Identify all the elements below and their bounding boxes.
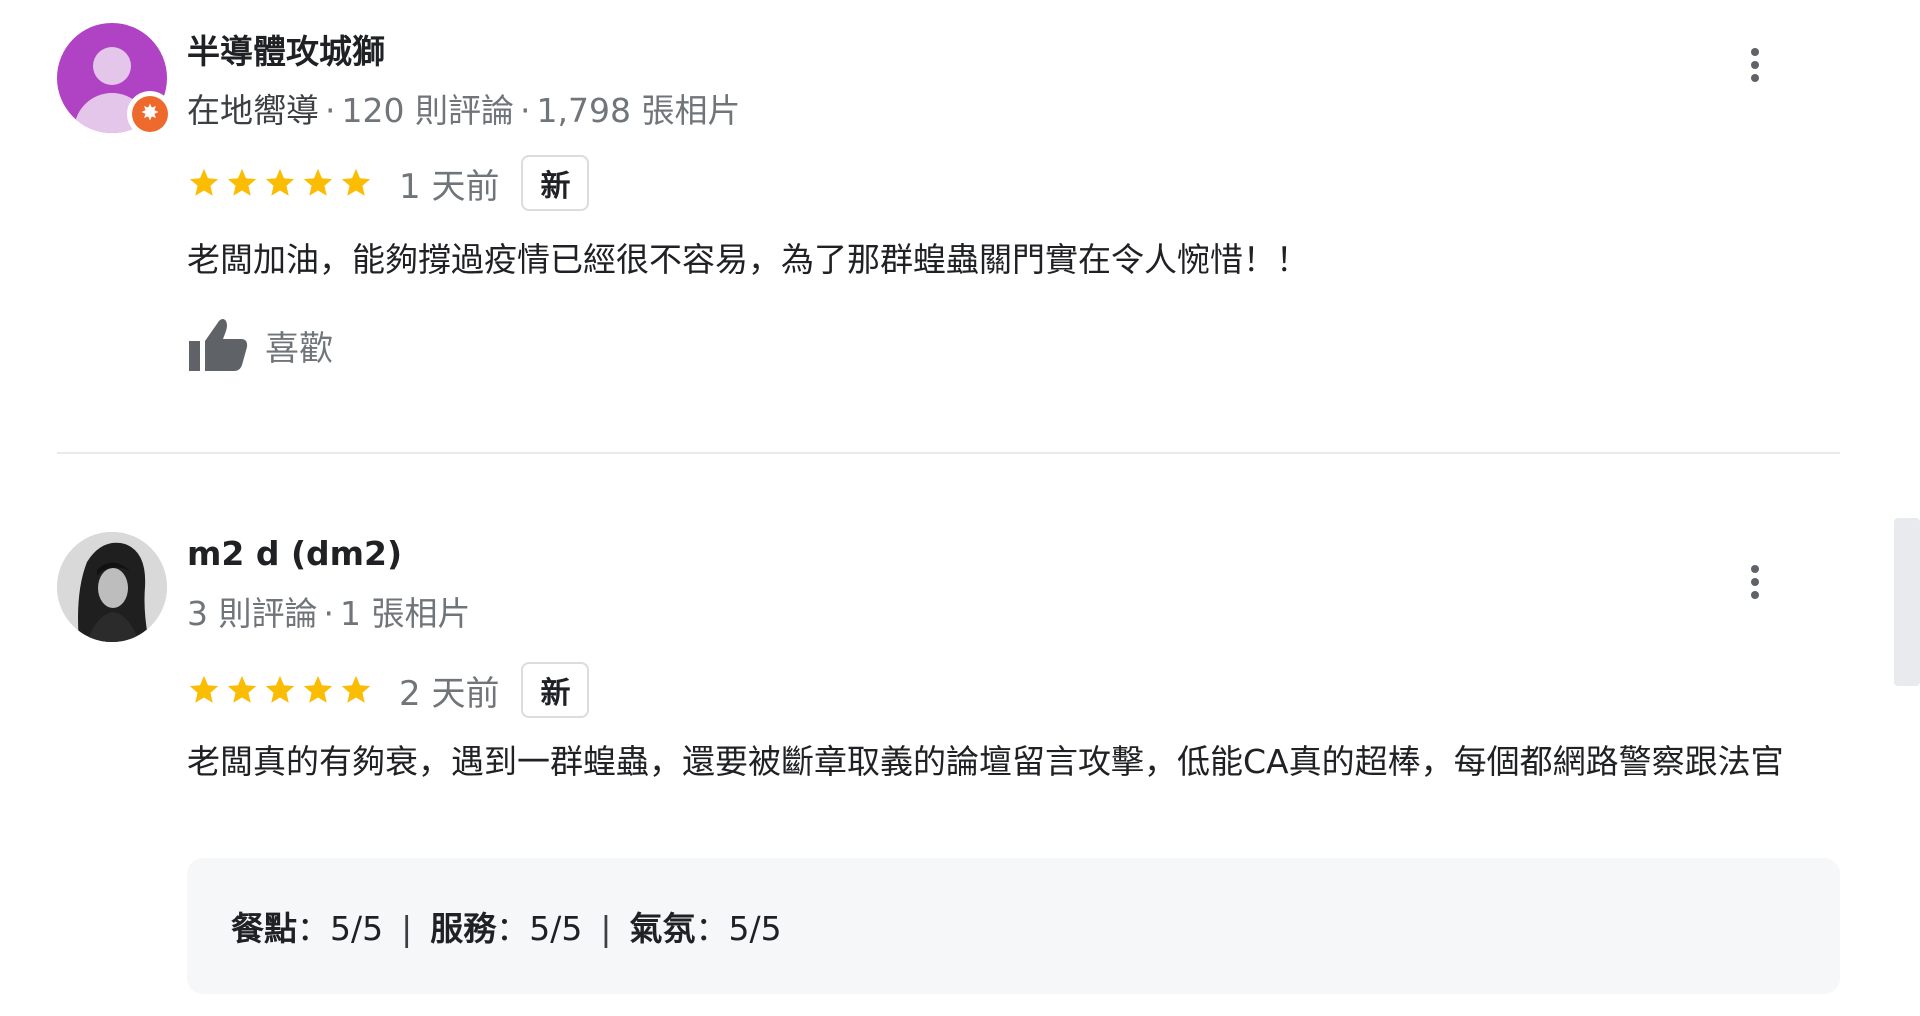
star-icon	[225, 166, 259, 200]
more-vert-icon	[1751, 48, 1759, 56]
star-icon	[301, 673, 335, 707]
meta-separator: ·	[519, 91, 531, 130]
star-rating	[187, 166, 377, 200]
star-icon	[301, 166, 335, 200]
reviewer-name[interactable]: m2 d (dm2)	[187, 534, 402, 573]
star-icon	[339, 166, 373, 200]
attribute-value: 5/5	[330, 909, 384, 948]
reviewer-meta: 3 則評論 · 1 張相片	[187, 587, 471, 635]
local-guide-label: 在地嚮導	[187, 91, 319, 130]
rating-row: 1 天前 新	[187, 153, 590, 213]
review-card: m2 d (dm2) 3 則評論 · 1 張相片 2 天前 新 老闆真的有夠衰，遇到…	[57, 532, 1840, 1004]
attribute-separator: |	[401, 909, 413, 948]
star-icon	[225, 673, 259, 707]
review-divider	[57, 452, 1840, 454]
review-date: 1 天前	[399, 166, 500, 207]
attribute-separator: |	[600, 909, 612, 948]
attribute-ratings: 餐點：5/5 | 服務：5/5 | 氣氛：5/5	[231, 909, 782, 948]
review-text: 老闆加油，能夠撐過疫情已經很不容易，為了那群蝗蟲關門實在令人惋惜！！	[187, 240, 1309, 279]
photo-count: 1 張相片	[340, 594, 471, 633]
review-count: 3 則評論	[187, 594, 318, 633]
star-icon	[263, 673, 297, 707]
more-vert-icon	[1751, 565, 1759, 573]
more-options-button[interactable]	[1740, 43, 1770, 93]
avatar-head	[93, 47, 131, 85]
reviewer-avatar[interactable]	[57, 532, 167, 642]
review-attributes: 餐點：5/5 | 服務：5/5 | 氣氛：5/5	[187, 858, 1840, 994]
local-guide-badge-icon: ✸	[127, 91, 173, 137]
new-badge: 新	[521, 662, 590, 718]
reviewer-name[interactable]: 半導體攻城獅	[187, 25, 385, 73]
thumb-up-icon	[189, 319, 248, 371]
star-rating	[187, 673, 377, 707]
review-text: 老闆真的有夠衰，遇到一群蝗蟲，還要被斷章取義的論壇留言攻擊，低能CA真的超棒，每…	[187, 742, 1784, 781]
reviewer-meta: 在地嚮導 · 120 則評論 · 1,798 張相片	[187, 84, 740, 132]
meta-separator: ·	[325, 91, 336, 130]
review-card: ✸ 半導體攻城獅 在地嚮導 · 120 則評論 · 1,798 張相片 1 天前 新 老…	[57, 23, 1840, 403]
profile-photo	[57, 532, 167, 642]
star-icon	[187, 166, 221, 200]
meta-separator: ·	[323, 594, 335, 633]
attribute-label: 餐點	[231, 909, 297, 948]
attribute-label: 氣氛	[629, 909, 696, 948]
review-date: 2 天前	[399, 673, 500, 714]
scrollbar-thumb[interactable]	[1894, 518, 1920, 686]
like-label: 喜歡	[265, 328, 333, 369]
like-button[interactable]: 喜歡	[187, 313, 333, 377]
attribute-label: 服務	[430, 909, 497, 948]
review-count: 120 則評論	[341, 91, 514, 130]
attribute-value: 5/5	[529, 909, 583, 948]
star-icon	[339, 673, 373, 707]
star-icon	[187, 673, 221, 707]
attribute-value: 5/5	[728, 909, 782, 948]
more-options-button[interactable]	[1740, 560, 1770, 610]
photo-count: 1,798 張相片	[536, 91, 741, 130]
new-badge: 新	[521, 155, 590, 211]
rating-row: 2 天前 新	[187, 660, 590, 720]
star-icon	[263, 166, 297, 200]
